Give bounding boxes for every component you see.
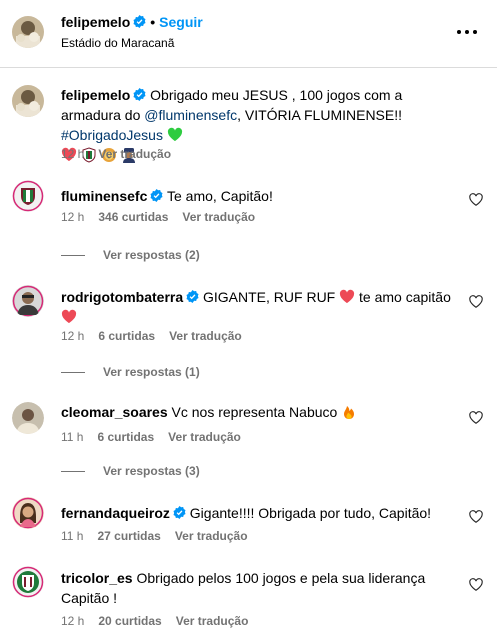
like-heart-icon[interactable]: [469, 295, 483, 309]
comment-username[interactable]: rodrigotombaterra: [61, 289, 183, 305]
caption-meta: 12 h Ver tradução: [61, 147, 185, 161]
comment-text: rodrigotombaterra GIGANTE, RUF RUF te am…: [61, 287, 461, 327]
caption-text-part: , VITÓRIA FLUMINENSE!!: [237, 107, 403, 123]
comment-meta: 12 h 20 curtidas Ver tradução: [61, 614, 262, 628]
comment-body: Gigante!!!! Obrigada por tudo, Capitão!: [189, 505, 432, 521]
comment-body: GIGANTE, RUF RUF: [203, 289, 336, 305]
replies-label: Ver respostas (2): [103, 248, 200, 262]
timestamp[interactable]: 12 h: [61, 147, 84, 161]
replies-label: Ver respostas (1): [103, 365, 200, 379]
like-heart-icon[interactable]: [469, 578, 483, 592]
comment-body: Te amo, Capitão!: [167, 188, 273, 204]
translate-link[interactable]: Ver tradução: [176, 614, 249, 628]
replies-label: Ver respostas (3): [103, 464, 200, 478]
replies-line: [61, 471, 85, 473]
fire-icon: [344, 406, 355, 419]
avatar[interactable]: [12, 285, 44, 317]
view-replies-button[interactable]: Ver respostas (2): [61, 248, 200, 262]
likes-count[interactable]: 20 curtidas: [98, 614, 161, 628]
translate-link[interactable]: Ver tradução: [169, 329, 242, 343]
comment-meta: 11 h 6 curtidas Ver tradução: [61, 430, 255, 444]
comment-meta: 12 h 6 curtidas Ver tradução: [61, 329, 256, 343]
translate-link[interactable]: Ver tradução: [175, 529, 248, 543]
red-heart-icon: [61, 309, 77, 323]
separator-dot: •: [150, 14, 156, 30]
comment-username[interactable]: tricolor_es: [61, 570, 133, 586]
comment-username[interactable]: fluminensefc: [61, 188, 147, 204]
caption-username[interactable]: felipemelo: [61, 87, 130, 103]
comment-body: te amo capitão: [359, 289, 451, 305]
comment-body: Obrigado pelos 100 jogos e pela sua lide…: [136, 570, 426, 586]
replies-line: [61, 255, 85, 257]
comment-text: tricolor_es Obrigado pelos 100 jogos e p…: [61, 568, 461, 608]
follow-button[interactable]: Seguir: [159, 14, 203, 30]
translate-link[interactable]: Ver tradução: [98, 147, 171, 161]
comment-username[interactable]: fernandaqueiroz: [61, 505, 170, 521]
location-link[interactable]: Estádio do Maracanã: [61, 36, 174, 50]
verified-badge-icon: [150, 189, 163, 202]
hashtag-link[interactable]: #ObrigadoJesus: [61, 127, 163, 143]
translate-link[interactable]: Ver tradução: [168, 430, 241, 444]
comment-meta: 11 h 27 curtidas Ver tradução: [61, 529, 262, 543]
timestamp[interactable]: 12 h: [61, 210, 84, 224]
likes-count[interactable]: 6 curtidas: [98, 329, 155, 343]
like-heart-icon[interactable]: [469, 411, 483, 425]
likes-count[interactable]: 27 curtidas: [97, 529, 160, 543]
post-header: felipemelo • Seguir Estádio do Maracanã: [0, 0, 497, 68]
like-heart-icon[interactable]: [469, 510, 483, 524]
comment-text: cleomar_soares Vc nos representa Nabuco: [61, 402, 461, 422]
timestamp[interactable]: 12 h: [61, 329, 84, 343]
more-options-icon[interactable]: [457, 22, 477, 42]
comment-text: fernandaqueiroz Gigante!!!! Obrigada por…: [61, 503, 461, 523]
timestamp[interactable]: 11 h: [61, 529, 83, 543]
comment-body: Capitão !: [61, 590, 118, 606]
header-username-row: felipemelo • Seguir: [61, 14, 203, 30]
likes-count[interactable]: 6 curtidas: [97, 430, 154, 444]
red-heart-icon: [340, 289, 355, 303]
avatar[interactable]: [12, 566, 44, 598]
verified-badge-icon: [133, 88, 146, 101]
view-replies-button[interactable]: Ver respostas (3): [61, 464, 200, 478]
comment-username[interactable]: cleomar_soares: [61, 404, 168, 420]
avatar[interactable]: [12, 16, 44, 48]
translate-link[interactable]: Ver tradução: [182, 210, 255, 224]
avatar[interactable]: [12, 85, 44, 117]
comment-text: fluminensefc Te amo, Capitão!: [61, 186, 461, 206]
avatar[interactable]: [12, 180, 44, 212]
avatar[interactable]: [12, 402, 44, 434]
verified-badge-icon: [173, 506, 186, 519]
comment-meta: 12 h 346 curtidas Ver tradução: [61, 210, 269, 224]
view-replies-button[interactable]: Ver respostas (1): [61, 365, 200, 379]
green-heart-icon: [167, 127, 182, 141]
like-heart-icon[interactable]: [469, 193, 483, 207]
likes-count[interactable]: 346 curtidas: [98, 210, 168, 224]
verified-badge-icon: [133, 15, 146, 28]
header-username[interactable]: felipemelo: [61, 14, 130, 30]
comment-body: Vc nos representa Nabuco: [171, 404, 338, 420]
replies-line: [61, 372, 85, 374]
avatar[interactable]: [12, 497, 44, 529]
timestamp[interactable]: 11 h: [61, 430, 83, 444]
timestamp[interactable]: 12 h: [61, 614, 84, 628]
verified-badge-icon: [186, 290, 199, 303]
mention-link[interactable]: @fluminensefc: [144, 107, 237, 123]
